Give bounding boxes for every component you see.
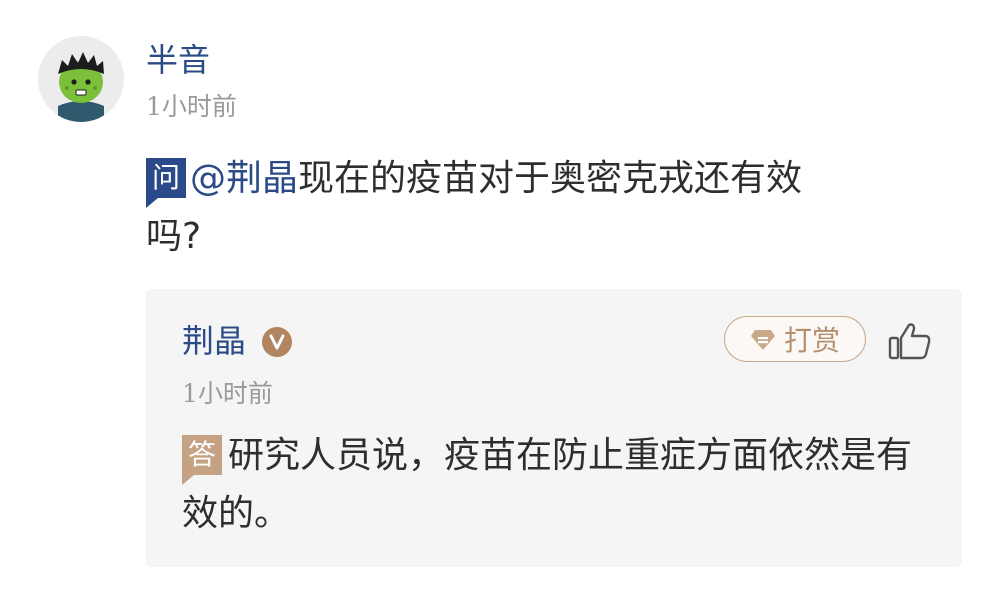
asker-timestamp: 1小时前 [146,92,237,121]
user-avatar[interactable] [38,36,124,122]
replier-name[interactable]: 荆晶 [182,319,246,363]
tip-label: 打赏 [783,324,840,357]
answer-text-block: 答研究人员说，疫苗在防止重症方面依然是有效的。 [182,427,922,543]
mention-link[interactable]: @荆晶 [190,158,298,199]
tip-button[interactable]: 打赏 [724,316,866,362]
asker-name[interactable]: 半音 [146,38,210,82]
reply-card: 荆晶 打赏 1小时前 答研究人员说，疫苗在防止重症方面依然是有效的。 [146,289,962,567]
gem-icon [750,330,775,350]
question-text-block: 问 @荆晶现在的疫苗对于奥密克戎还有效吗? [146,150,846,266]
replier-timestamp: 1小时前 [182,379,273,408]
cartoon-avatar-icon [38,36,124,122]
answer-text: 研究人员说，疫苗在防止重症方面依然是有效的。 [182,435,913,534]
question-badge: 问 [146,158,187,208]
answer-badge: 答 [182,435,223,485]
thumbs-up-icon[interactable] [888,321,932,361]
verified-icon [262,327,292,357]
